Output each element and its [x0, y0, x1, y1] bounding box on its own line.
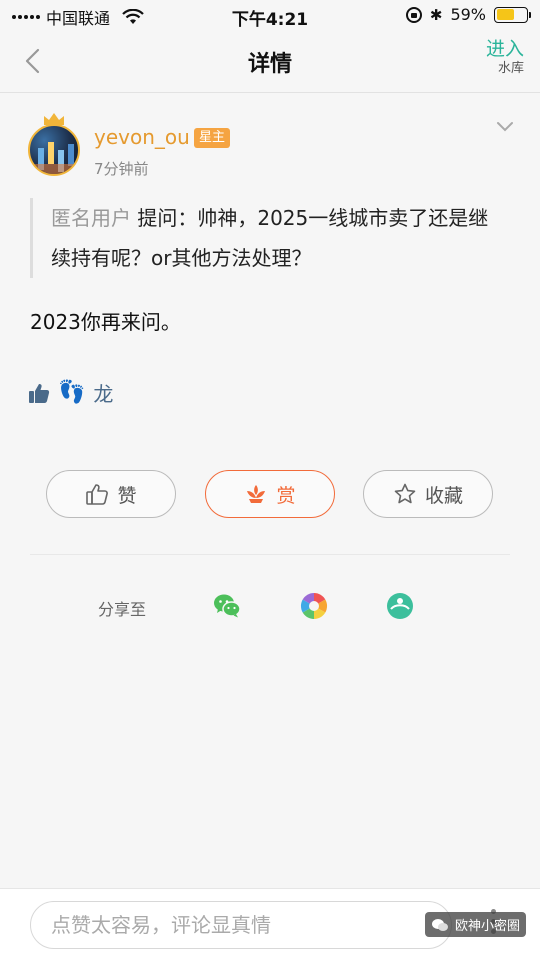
- bluetooth-icon: ✱: [429, 5, 443, 24]
- collect-label: 收藏: [424, 484, 463, 507]
- thumbs-up-icon: [86, 484, 109, 505]
- author-username[interactable]: yevon_ou: [94, 125, 190, 149]
- wechat-watermark-icon: [432, 918, 448, 931]
- battery-icon: [494, 6, 531, 23]
- rotation-lock-icon: [405, 6, 422, 23]
- enter-label: 进入: [485, 38, 524, 60]
- liker-name[interactable]: 龙: [93, 378, 113, 407]
- like-label: 赞: [117, 484, 137, 507]
- reward-label: 赏: [276, 484, 296, 507]
- bottom-bar: 欧神小密圈: [0, 888, 540, 960]
- moments-icon[interactable]: [299, 591, 329, 621]
- status-right: ✱ 59%: [405, 5, 531, 24]
- collect-button[interactable]: 收藏: [363, 470, 493, 518]
- footprints-icon: 👣: [58, 379, 86, 405]
- star-icon: [394, 483, 416, 504]
- avatar: [28, 124, 80, 176]
- author-avatar-wrap[interactable]: [28, 112, 80, 176]
- enter-reservoir-button[interactable]: 进入 水库: [486, 38, 524, 78]
- nav-bar: 详情 进入 水库: [0, 30, 540, 92]
- page-title: 详情: [247, 52, 292, 77]
- share-circle-icon[interactable]: [385, 591, 415, 621]
- wechat-icon[interactable]: [212, 591, 242, 621]
- chevron-down-icon[interactable]: [496, 120, 514, 134]
- share-label: 分享至: [98, 600, 147, 619]
- question-block: 匿名用户 提问：帅神，2025一线城市卖了还是继续持有呢？or其他方法处理？: [30, 198, 500, 278]
- post-time: 7分钟前: [94, 160, 149, 178]
- reward-button[interactable]: 赏: [205, 470, 335, 518]
- answer-text: 2023你再来问。: [30, 310, 181, 334]
- likes-row: 👣 龙: [28, 378, 113, 407]
- watermark-label: 欧神小密圈: [455, 919, 521, 934]
- battery-fill: [496, 9, 514, 20]
- comment-input[interactable]: [30, 901, 452, 949]
- question-author: 匿名用户: [51, 206, 131, 230]
- like-button[interactable]: 赞: [46, 470, 176, 518]
- watermark: 欧神小密圈: [425, 912, 527, 937]
- thumbs-up-icon: [29, 383, 50, 403]
- enter-sub-label: 水库: [497, 61, 524, 76]
- action-divider: [30, 554, 510, 555]
- nav-divider: [0, 92, 540, 93]
- lotus-icon: [247, 485, 266, 503]
- battery-percent: 59%: [450, 5, 486, 24]
- status-bar: 中国联通 下午4:21 ✱ 59%: [0, 0, 540, 30]
- owner-badge: 星主: [194, 128, 231, 148]
